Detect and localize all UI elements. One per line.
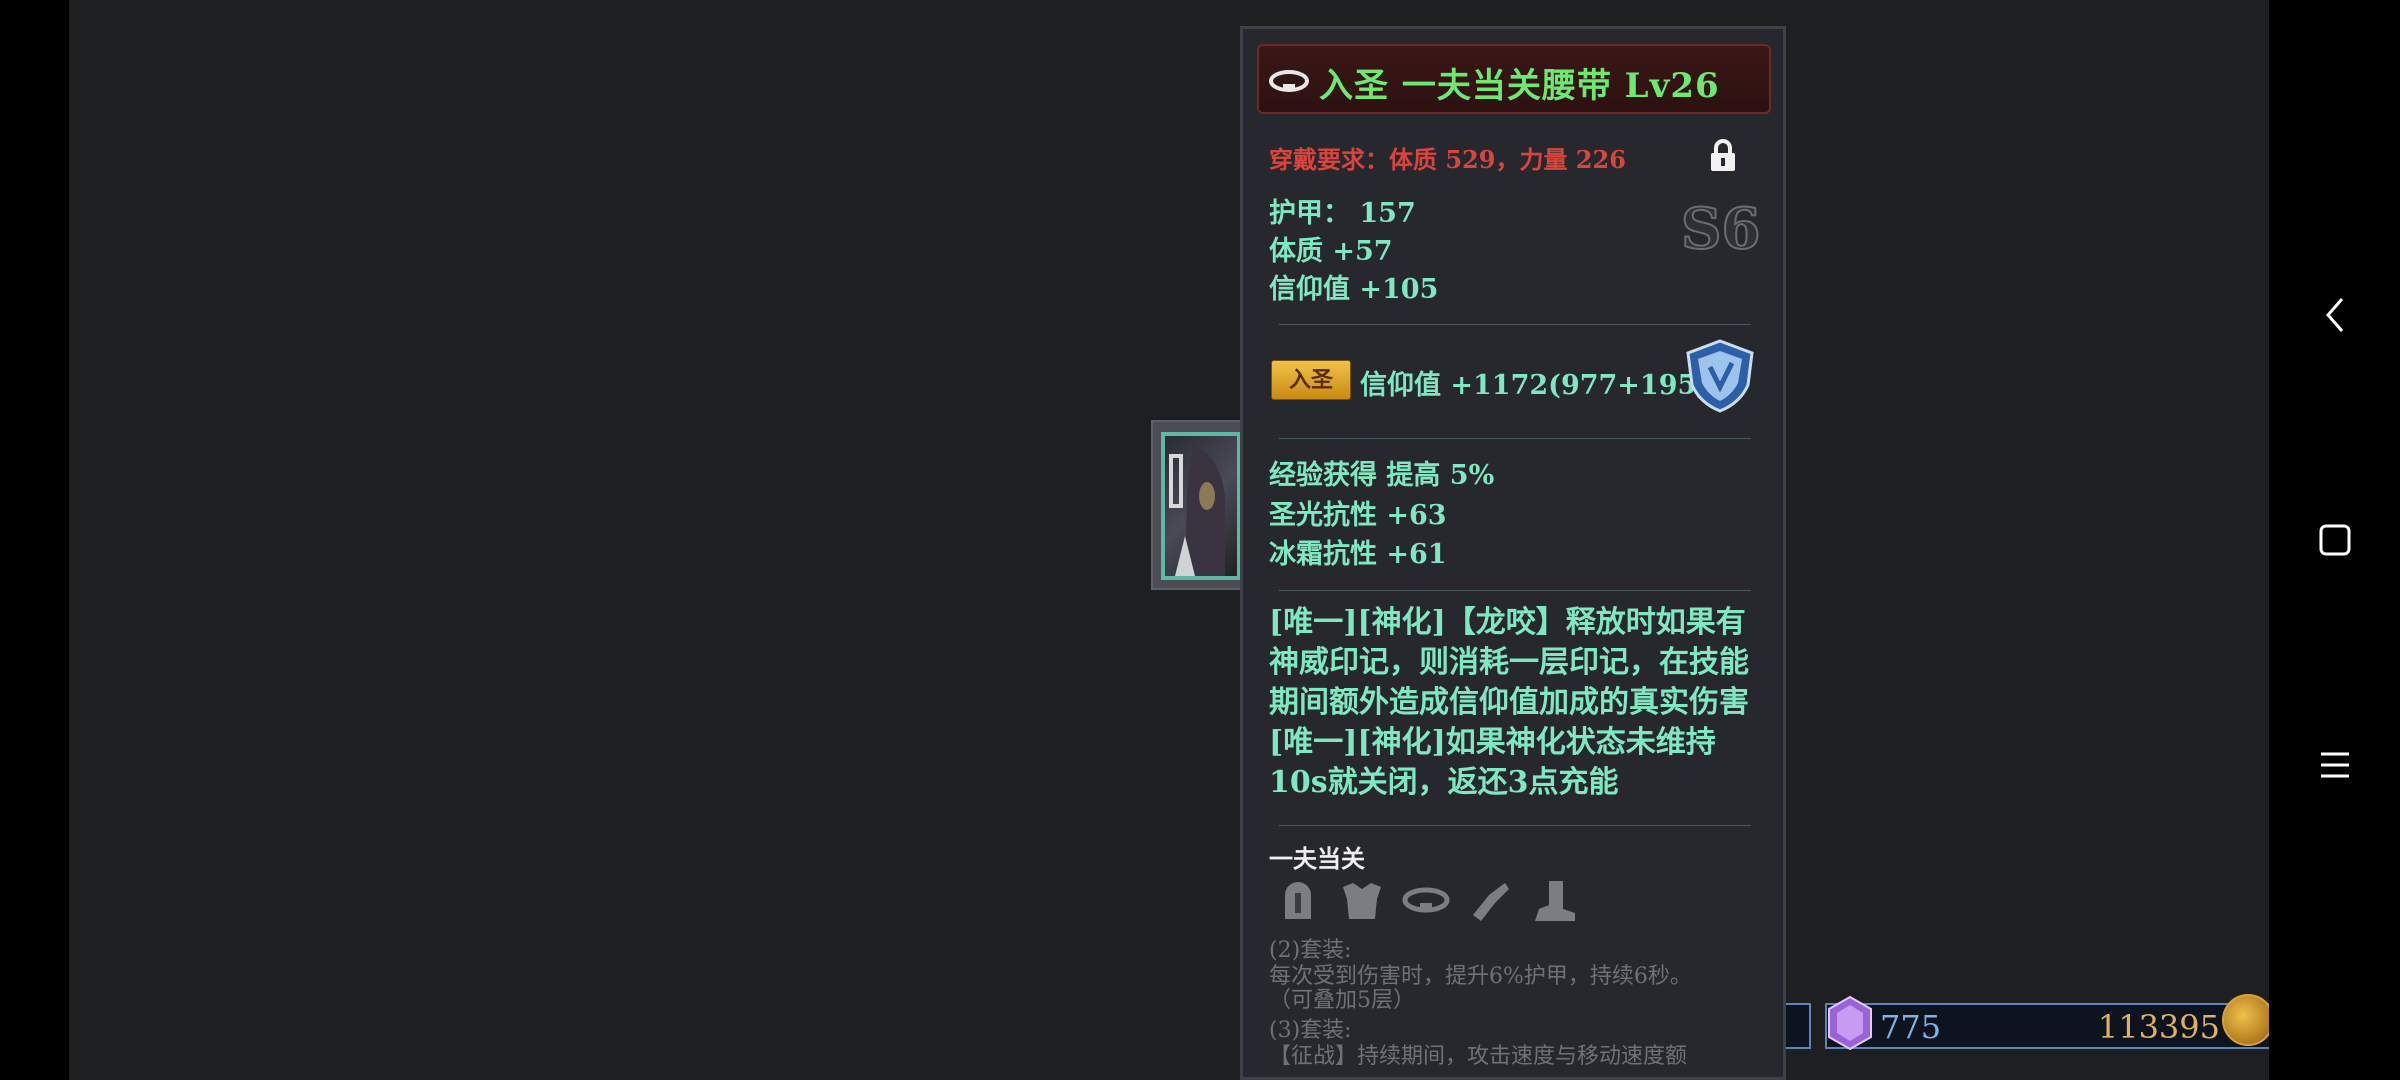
stat-frost-resist: 冰霜抗性 +61 [1269,539,1447,570]
equip-requirement: 穿戴要求：体质 529，力量 226 [1269,145,1626,174]
back-arrow-icon [2326,298,2344,332]
set-bonus-3-text: 【征战】持续期间，攻击速度与移动速度额 [1269,1044,1688,1069]
resource-bar-left [1785,1003,1811,1049]
set-bonus-2-note: （可叠加5层） [1269,988,1415,1013]
set-bonus-2-text: 每次受到伤害时，提升6%护甲，持续6秒。 [1269,964,1692,989]
item-title-bar: 入圣 一夫当关腰带 Lv26 [1257,44,1771,114]
item-special-effect: [唯一][神化]【龙咬】释放时如果有神威印记，则消耗一层印记，在技能期间额外造成… [1269,605,1749,800]
divider [1279,590,1751,591]
gold-count: 113395 [2097,1008,2220,1046]
chest-armor-icon [1343,883,1381,919]
gold-coin-icon [2222,994,2274,1046]
stat-exp-bonus: 经验获得 提高 5% [1269,460,1495,491]
boots-icon [1535,881,1575,921]
nav-home-button[interactable] [2300,505,2370,575]
shield-emblem-icon [1686,339,1754,413]
gauntlet-icon [1473,883,1509,921]
gem-count: 775 [1880,1008,1942,1046]
stat-constitution: 体质 +57 [1269,236,1393,267]
set-bonus-3-title: (3)套装: [1269,1018,1352,1043]
grade-label: S6 [1680,195,1761,263]
holy-badge: 入圣 [1271,360,1351,400]
divider [1279,825,1751,826]
item-tooltip: 入圣 一夫当关腰带 Lv26 穿戴要求：体质 529，力量 226 护甲： 15… [1240,26,1786,1080]
set-pieces [1273,875,1579,925]
lock-icon[interactable] [1708,139,1738,173]
divider [1279,324,1751,325]
home-square-icon [2319,524,2351,556]
equipment-slot[interactable] [1151,420,1243,590]
belt-icon [1402,887,1450,913]
nav-menu-button[interactable] [2300,730,2370,800]
belt-item-thumbnail [1161,432,1241,580]
helmet-icon [1285,882,1311,919]
menu-icon [2321,752,2349,778]
gem-icon [1828,995,1872,1051]
set-name: 一夫当关 [1269,844,1365,873]
set-bonus-2-title: (2)套装: [1269,938,1352,963]
stat-faith: 信仰值 +105 [1269,274,1439,305]
stat-armor: 护甲： 157 [1269,198,1416,229]
belt-icon [1269,70,1309,92]
item-title: 入圣 一夫当关腰带 Lv26 [1319,66,1720,106]
nav-back-button[interactable] [2300,280,2370,350]
holy-faith-stat: 信仰值 +1172(977+195) [1360,370,1710,401]
divider [1279,438,1751,439]
stat-holy-resist: 圣光抗性 +63 [1269,500,1447,531]
